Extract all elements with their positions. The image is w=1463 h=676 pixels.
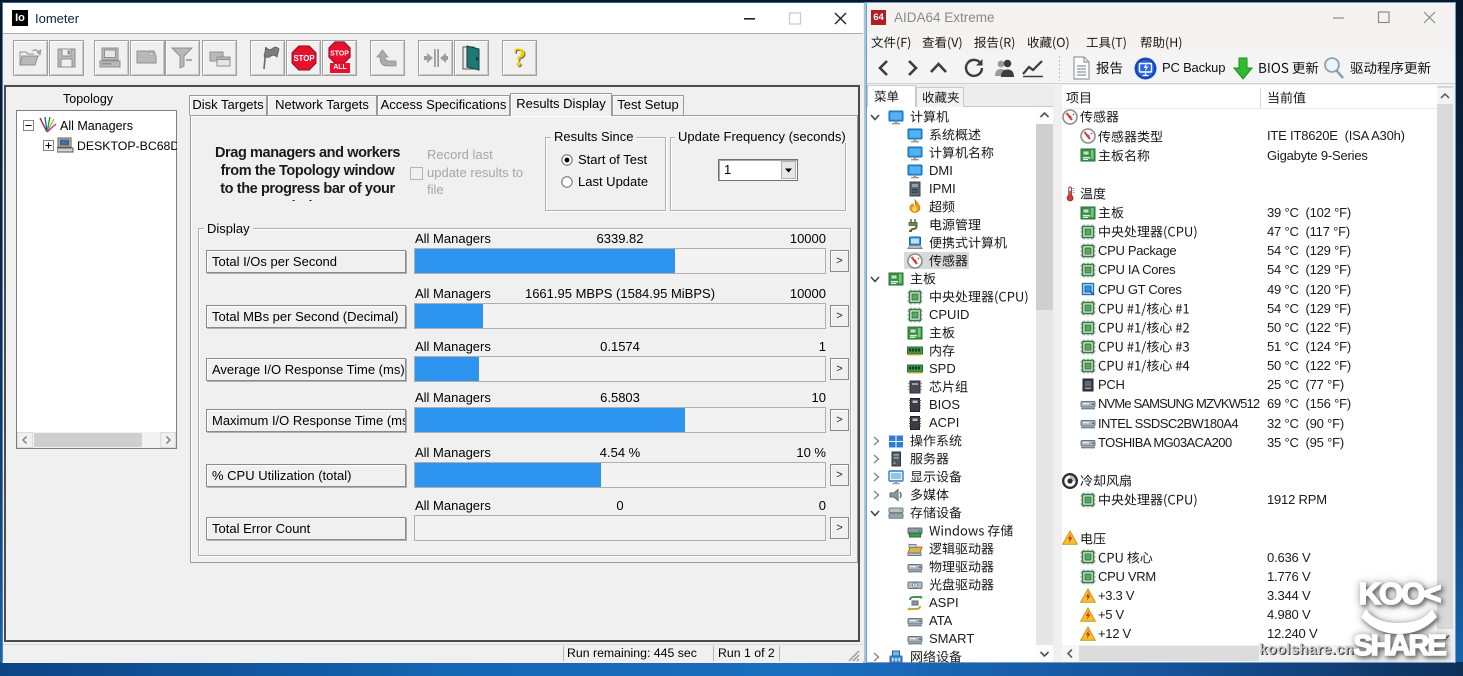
svg-text:STOP: STOP [330, 50, 349, 57]
svg-text:STOP: STOP [293, 54, 314, 63]
